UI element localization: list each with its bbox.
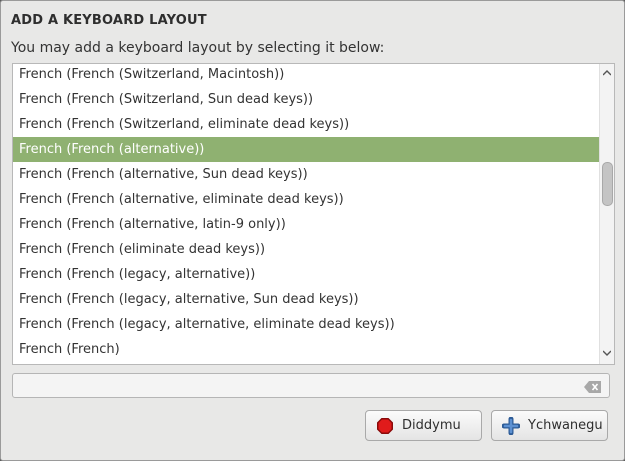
cancel-button-label: Diddymu xyxy=(402,418,461,433)
search-input[interactable] xyxy=(12,373,610,398)
layout-list-item[interactable]: French (French (alternative, Sun dead ke… xyxy=(13,162,600,187)
layout-list[interactable]: French (French (Switzerland, Macintosh))… xyxy=(13,64,600,364)
layout-list-item[interactable]: French (French (legacy, alternative, eli… xyxy=(13,312,600,337)
add-button[interactable]: Ychwanegu xyxy=(491,410,608,441)
layout-list-box: French (French (Switzerland, Macintosh))… xyxy=(12,63,615,365)
layout-list-item[interactable]: French (French (Switzerland, Macintosh)) xyxy=(13,64,600,87)
dialog-subtitle: You may add a keyboard layout by selecti… xyxy=(11,40,385,56)
layout-list-item[interactable]: French (French (alternative)) xyxy=(13,137,600,162)
chevron-down-icon[interactable] xyxy=(600,347,614,361)
layout-list-item[interactable]: French (French) xyxy=(13,337,600,362)
layout-list-item[interactable]: French (French (alternative, eliminate d… xyxy=(13,187,600,212)
layout-list-item[interactable]: French (French (eliminate dead keys)) xyxy=(13,237,600,262)
add-button-label: Ychwanegu xyxy=(528,418,603,433)
layout-list-item[interactable]: French (French (Switzerland, Sun dead ke… xyxy=(13,87,600,112)
layout-list-item[interactable]: French (French (alternative, latin-9 onl… xyxy=(13,212,600,237)
plus-icon xyxy=(501,416,521,435)
clear-text-icon[interactable] xyxy=(584,379,602,393)
chevron-up-icon[interactable] xyxy=(600,67,614,81)
layout-list-item[interactable]: French (French (legacy, alternative, Sun… xyxy=(13,287,600,312)
layout-list-item[interactable]: French (French (Switzerland, eliminate d… xyxy=(13,112,600,137)
vertical-scrollbar[interactable] xyxy=(599,64,614,364)
add-keyboard-layout-dialog: ADD A KEYBOARD LAYOUT You may add a keyb… xyxy=(0,0,625,461)
cancel-button[interactable]: Diddymu xyxy=(365,410,482,441)
dialog-title: ADD A KEYBOARD LAYOUT xyxy=(11,13,207,28)
stop-icon xyxy=(376,417,394,435)
layout-list-item[interactable]: French (French (legacy, alternative)) xyxy=(13,262,600,287)
scrollbar-thumb[interactable] xyxy=(602,162,613,206)
